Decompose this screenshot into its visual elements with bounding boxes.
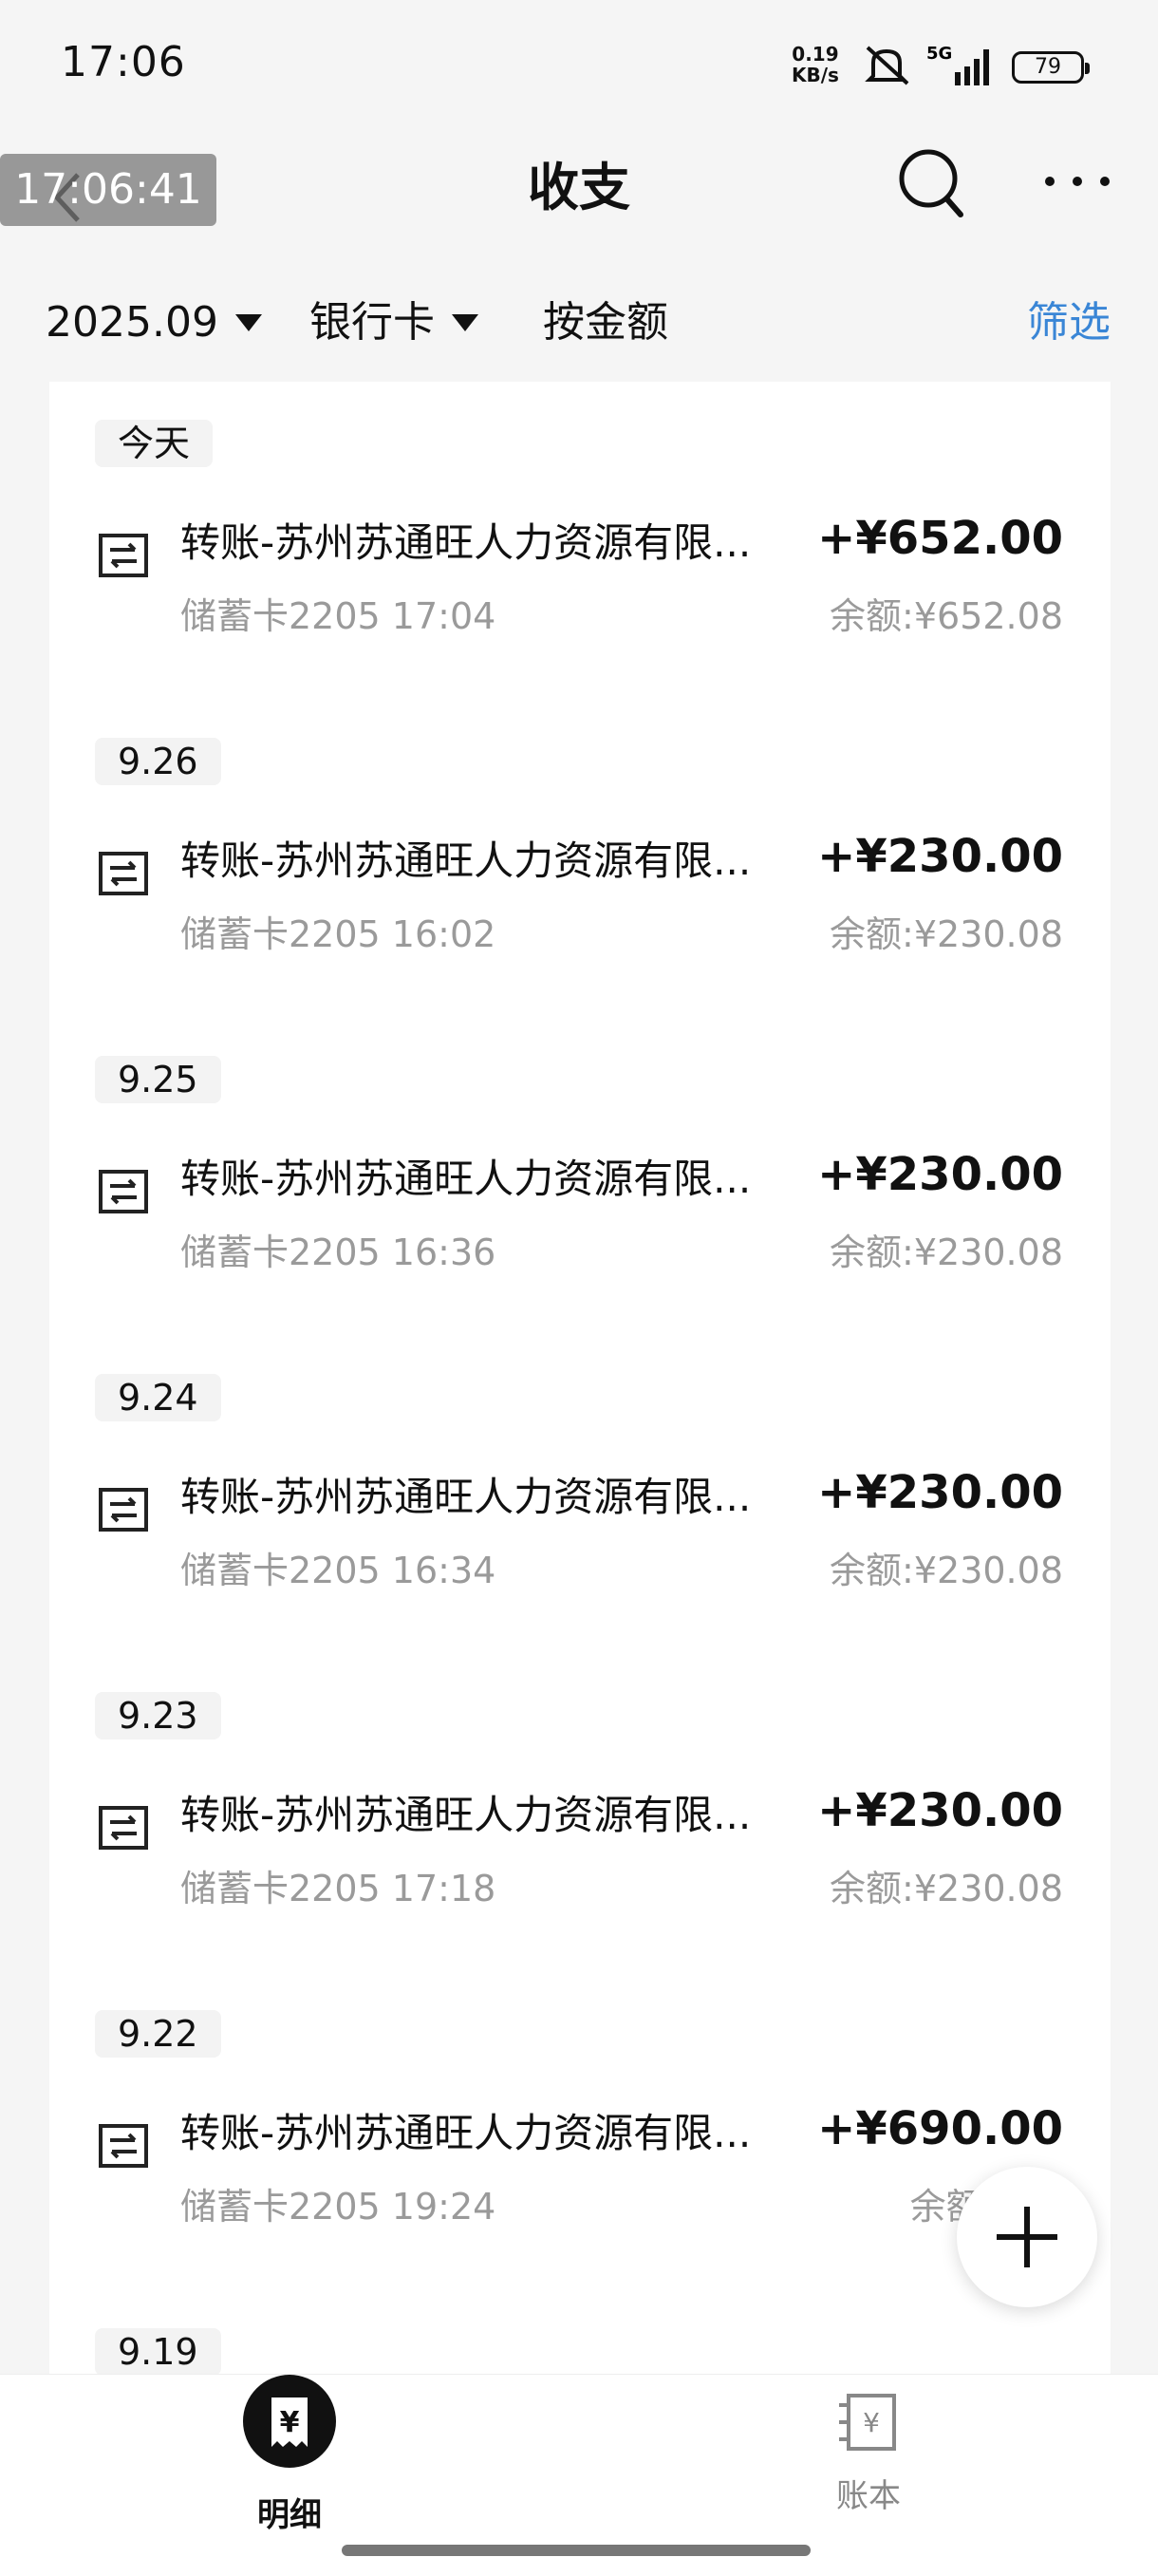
transaction-title: 转账-苏州苏通旺人力资源有限... bbox=[180, 2110, 752, 2156]
transaction-balance: 余额:¥230.08 bbox=[830, 1868, 1063, 1909]
page-title: 收支 bbox=[528, 158, 630, 217]
transaction-title: 转账-苏州苏通旺人力资源有限... bbox=[180, 1156, 752, 1202]
status-time: 17:06 bbox=[61, 38, 186, 86]
net-speed-unit: KB/s bbox=[792, 64, 839, 86]
currency-glyph: ¥ bbox=[280, 2406, 300, 2439]
transaction-title: 转账-苏州苏通旺人力资源有限... bbox=[180, 837, 752, 884]
search-icon[interactable] bbox=[894, 144, 966, 220]
transaction-amount: +¥230.00 bbox=[817, 830, 1063, 883]
transfer-icon bbox=[99, 1170, 148, 1213]
transaction-amount: +¥690.00 bbox=[817, 2102, 1063, 2155]
transaction-amount: +¥230.00 bbox=[817, 1466, 1063, 1519]
transaction-title: 转账-苏州苏通旺人力资源有限... bbox=[180, 519, 752, 566]
battery-indicator: 79 bbox=[1012, 51, 1090, 84]
transaction-title: 转账-苏州苏通旺人力资源有限... bbox=[180, 1474, 752, 1520]
transaction-account-time: 储蓄卡2205 17:04 bbox=[180, 595, 496, 637]
date-group: 9.24 转账-苏州苏通旺人力资源有限... 储蓄卡2205 16:34 +¥2… bbox=[49, 1355, 1111, 1674]
date-group: 9.23 转账-苏州苏通旺人力资源有限... 储蓄卡2205 17:18 +¥2… bbox=[49, 1673, 1111, 1992]
more-options-icon[interactable] bbox=[1042, 167, 1112, 196]
net-speed: 0.19 KB/s bbox=[792, 44, 839, 85]
transaction-amount: +¥230.00 bbox=[817, 1784, 1063, 1837]
transaction-account-time: 储蓄卡2205 16:34 bbox=[180, 1550, 496, 1591]
account-label: 银行卡 bbox=[309, 298, 435, 347]
transaction-list: 今天 转账-苏州苏通旺人力资源有限... 储蓄卡2205 17:04 +¥652… bbox=[49, 382, 1111, 2385]
transfer-icon bbox=[99, 852, 148, 895]
date-tag: 今天 bbox=[95, 420, 214, 467]
date-tag: 9.24 bbox=[95, 1374, 221, 1421]
date-group: 9.22 转账-苏州苏通旺人力资源有限... 储蓄卡2205 19:24 +¥6… bbox=[49, 1991, 1111, 2310]
sort-label: 按金额 bbox=[543, 298, 668, 347]
home-indicator[interactable] bbox=[342, 2545, 811, 2556]
plus-icon bbox=[997, 2207, 1057, 2267]
status-bar: 17:06 0.19 KB/s 5G 79 bbox=[0, 0, 1158, 133]
currency-glyph: ¥ bbox=[863, 2407, 880, 2438]
date-group: 9.26 转账-苏州苏通旺人力资源有限... 储蓄卡2205 16:02 +¥2… bbox=[49, 719, 1111, 1038]
transaction-title: 转账-苏州苏通旺人力资源有限... bbox=[180, 1792, 752, 1838]
transfer-icon bbox=[99, 2124, 148, 2168]
nav-detail-label: 明细 bbox=[257, 2496, 322, 2534]
date-tag: 9.25 bbox=[95, 1056, 221, 1103]
signal-icon: 5G bbox=[926, 44, 989, 85]
date-group: 今天 转账-苏州苏通旺人力资源有限... 储蓄卡2205 17:04 +¥652… bbox=[49, 401, 1111, 720]
filter-bar: 2025.09 银行卡 按金额 筛选 bbox=[0, 285, 1158, 361]
transaction-amount: +¥652.00 bbox=[817, 512, 1063, 565]
sort-by-amount[interactable]: 按金额 bbox=[543, 294, 668, 351]
month-label: 2025.09 bbox=[46, 298, 218, 347]
transaction-account-time: 储蓄卡2205 17:18 bbox=[180, 1868, 496, 1909]
dropdown-triangle-icon bbox=[452, 314, 478, 331]
ledger-icon: ¥ bbox=[839, 2394, 896, 2451]
nav-book-label: 账本 bbox=[836, 2477, 901, 2515]
network-type: 5G bbox=[926, 44, 952, 64]
bell-muted-icon bbox=[865, 46, 909, 85]
transfer-icon bbox=[99, 1806, 148, 1850]
date-tag: 9.23 bbox=[95, 1692, 221, 1739]
date-tag: 9.22 bbox=[95, 2010, 221, 2058]
date-group: 9.25 转账-苏州苏通旺人力资源有限... 储蓄卡2205 16:36 +¥2… bbox=[49, 1037, 1111, 1356]
date-tag: 9.26 bbox=[95, 738, 221, 785]
top-bar: 17:06:41 收支 bbox=[0, 133, 1158, 247]
transaction-balance: 余额:¥230.08 bbox=[830, 1232, 1063, 1273]
add-record-button[interactable] bbox=[957, 2167, 1097, 2307]
date-tag: 9.19 bbox=[95, 2328, 221, 2376]
transaction-amount: +¥230.00 bbox=[817, 1148, 1063, 1201]
transfer-icon bbox=[99, 534, 148, 577]
transfer-icon bbox=[99, 1488, 148, 1532]
transaction-account-time: 储蓄卡2205 19:24 bbox=[180, 2186, 496, 2228]
filter-button[interactable]: 筛选 bbox=[1027, 294, 1111, 351]
transaction-balance: 余额:¥230.08 bbox=[830, 913, 1063, 955]
account-selector[interactable]: 银行卡 bbox=[309, 294, 478, 351]
net-speed-value: 0.19 bbox=[792, 43, 839, 66]
transaction-account-time: 储蓄卡2205 16:36 bbox=[180, 1232, 496, 1273]
transaction-account-time: 储蓄卡2205 16:02 bbox=[180, 913, 496, 955]
transaction-balance: 余额:¥652.08 bbox=[830, 595, 1063, 637]
dropdown-triangle-icon bbox=[234, 314, 262, 331]
transaction-balance: 余额:¥230.08 bbox=[830, 1550, 1063, 1591]
month-selector[interactable]: 2025.09 bbox=[46, 294, 262, 351]
receipt-icon: ¥ bbox=[243, 2375, 336, 2468]
